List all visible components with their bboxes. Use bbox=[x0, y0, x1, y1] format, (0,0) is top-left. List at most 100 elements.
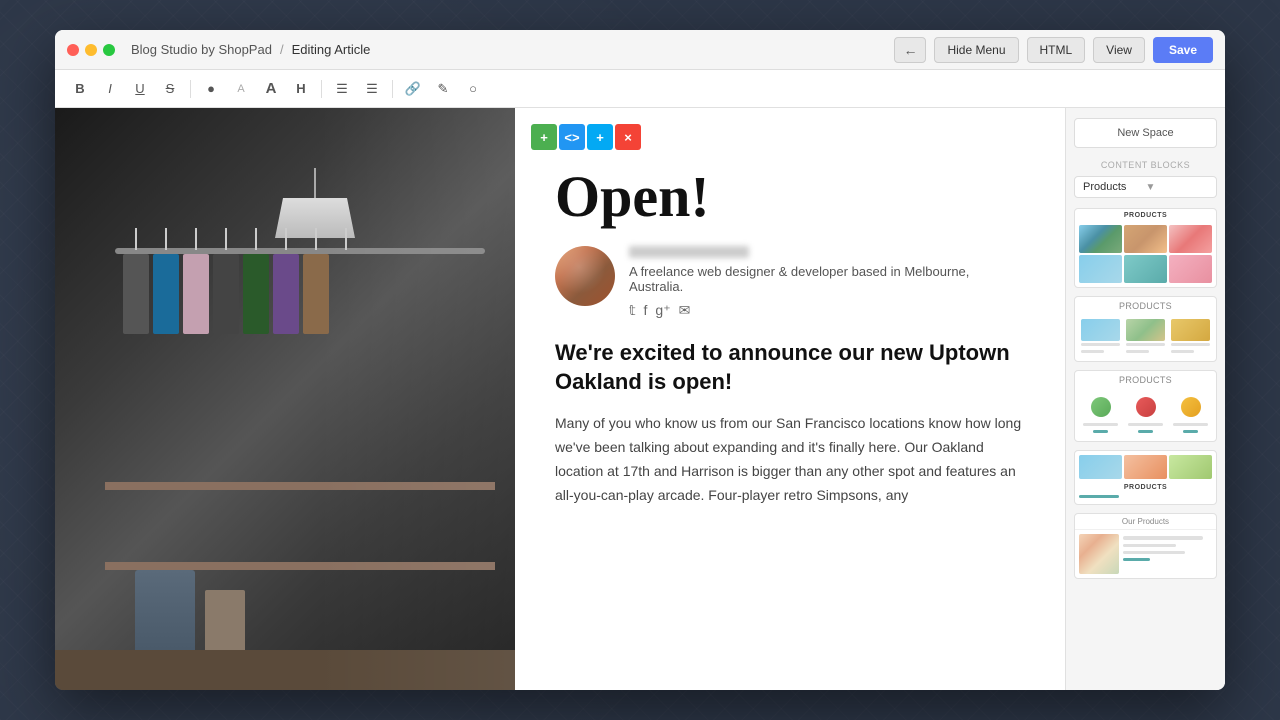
block-1-grid bbox=[1075, 221, 1216, 287]
block-thumb-4 bbox=[1079, 255, 1122, 283]
block-3-line-2 bbox=[1093, 430, 1109, 433]
block-3-circle-1 bbox=[1091, 397, 1111, 417]
author-name-blurred bbox=[629, 246, 749, 258]
block-3-circle-2 bbox=[1136, 397, 1156, 417]
author-section: A freelance web designer & developer bas… bbox=[515, 246, 1065, 339]
content-blocks-label: CONTENT BLOCKS bbox=[1074, 160, 1217, 170]
pencil-button[interactable]: ✎ bbox=[430, 76, 456, 102]
view-button[interactable]: View bbox=[1093, 37, 1145, 63]
block-3-line-5 bbox=[1173, 423, 1208, 426]
block-card-1[interactable]: PRODUCTS bbox=[1074, 208, 1217, 288]
breadcrumb: Blog Studio by ShopPad / Editing Article bbox=[131, 42, 894, 57]
block-4-thumb-3 bbox=[1169, 455, 1212, 479]
block-4-line bbox=[1079, 495, 1119, 498]
toolbar-separator-2 bbox=[321, 80, 322, 98]
titlebar-actions: ← Hide Menu HTML View Save bbox=[894, 37, 1213, 63]
breadcrumb-current: Editing Article bbox=[292, 42, 371, 57]
app-window: Blog Studio by ShopPad / Editing Article… bbox=[55, 30, 1225, 690]
action-bar: + <> + × bbox=[531, 124, 641, 150]
block-3-label: Products bbox=[1075, 371, 1216, 387]
highlight-button[interactable]: ● bbox=[198, 76, 224, 102]
social-links: 𝕥 f g⁺ ✉ bbox=[629, 302, 1025, 319]
italic-button[interactable]: I bbox=[97, 76, 123, 102]
article-body: We're excited to announce our new Uptown… bbox=[515, 339, 1065, 547]
block-card-5[interactable]: Our Products bbox=[1074, 513, 1217, 579]
titlebar: Blog Studio by ShopPad / Editing Article… bbox=[55, 30, 1225, 70]
block-card-3[interactable]: Products bbox=[1074, 370, 1217, 442]
block-1-header: PRODUCTS bbox=[1075, 209, 1216, 221]
content-filter-dropdown[interactable]: Products ▼ bbox=[1074, 176, 1217, 198]
font-size-button[interactable]: A bbox=[228, 76, 254, 102]
back-button[interactable]: ← bbox=[894, 37, 926, 63]
add-item-button[interactable]: + bbox=[587, 124, 613, 150]
article-text: Many of you who know us from our San Fra… bbox=[555, 412, 1025, 507]
block-3-line-1 bbox=[1083, 423, 1118, 426]
block-2-thumb-1 bbox=[1081, 319, 1120, 341]
facebook-icon[interactable]: f bbox=[644, 302, 648, 319]
block-2-line-1 bbox=[1081, 343, 1120, 346]
background-panel bbox=[55, 108, 515, 690]
author-avatar bbox=[555, 246, 615, 306]
align-left-button[interactable]: ☰ bbox=[329, 76, 355, 102]
new-space-button[interactable]: New Space bbox=[1074, 118, 1217, 148]
toolbar-separator-1 bbox=[190, 80, 191, 98]
underline-button[interactable]: U bbox=[127, 76, 153, 102]
block-4-thumb-2 bbox=[1124, 455, 1167, 479]
app-name-label: Blog Studio by ShopPad bbox=[131, 42, 272, 57]
minimize-window-button[interactable] bbox=[85, 44, 97, 56]
code-block-button[interactable]: <> bbox=[559, 124, 585, 150]
align-right-button[interactable]: ☰ bbox=[359, 76, 385, 102]
block-2-label: Products bbox=[1075, 297, 1216, 313]
block-5-line-1 bbox=[1123, 536, 1203, 540]
editor-toolbar: B I U S ● A A H ☰ ☰ 🔗 ✎ ○ bbox=[55, 70, 1225, 108]
hide-menu-button[interactable]: Hide Menu bbox=[934, 37, 1018, 63]
font-button[interactable]: A bbox=[258, 76, 284, 102]
block-thumb-3 bbox=[1169, 225, 1212, 253]
block-2-thumb-3 bbox=[1171, 319, 1210, 341]
block-2-line-3 bbox=[1126, 343, 1165, 346]
block-3-line-3 bbox=[1128, 423, 1163, 426]
decorative-background bbox=[55, 108, 515, 690]
editor-content: + <> + × Open! A freelance web designer … bbox=[515, 108, 1065, 690]
strikethrough-button[interactable]: S bbox=[157, 76, 183, 102]
heading-button[interactable]: H bbox=[288, 76, 314, 102]
google-plus-icon[interactable]: g⁺ bbox=[655, 302, 670, 319]
block-thumb-2 bbox=[1124, 225, 1167, 253]
email-icon[interactable]: ✉ bbox=[679, 302, 691, 319]
article-heading: We're excited to announce our new Uptown… bbox=[555, 339, 1025, 396]
block-card-4[interactable]: PRODUCTS bbox=[1074, 450, 1217, 505]
block-5-label: Our Products bbox=[1075, 514, 1216, 530]
author-info: A freelance web designer & developer bas… bbox=[629, 246, 1025, 319]
author-bio: A freelance web designer & developer bas… bbox=[629, 264, 1025, 294]
block-5-image bbox=[1079, 534, 1119, 574]
block-card-2[interactable]: Products bbox=[1074, 296, 1217, 362]
toolbar-separator-3 bbox=[392, 80, 393, 98]
block-3-line-4 bbox=[1138, 430, 1154, 433]
chevron-down-icon: ▼ bbox=[1146, 182, 1209, 193]
twitter-icon[interactable]: 𝕥 bbox=[629, 302, 636, 319]
block-thumb-6 bbox=[1169, 255, 1212, 283]
filter-label: Products bbox=[1083, 181, 1146, 193]
breadcrumb-separator: / bbox=[280, 42, 284, 57]
circle-button[interactable]: ○ bbox=[460, 76, 486, 102]
block-3-line-6 bbox=[1183, 430, 1199, 433]
save-button[interactable]: Save bbox=[1153, 37, 1213, 63]
block-5-line-2 bbox=[1123, 544, 1176, 547]
block-3-grid bbox=[1075, 387, 1216, 441]
block-2-line-6 bbox=[1171, 350, 1194, 353]
editor-area[interactable]: + <> + × Open! A freelance web designer … bbox=[515, 108, 1065, 690]
add-block-button[interactable]: + bbox=[531, 124, 557, 150]
block-2-line-2 bbox=[1081, 350, 1104, 353]
block-5-line-3 bbox=[1123, 551, 1185, 554]
right-sidebar: New Space CONTENT BLOCKS Products ▼ PROD… bbox=[1065, 108, 1225, 690]
block-5-line-4 bbox=[1123, 558, 1150, 561]
window-controls bbox=[67, 44, 115, 56]
block-thumb-1 bbox=[1079, 225, 1122, 253]
bold-button[interactable]: B bbox=[67, 76, 93, 102]
maximize-window-button[interactable] bbox=[103, 44, 115, 56]
html-button[interactable]: HTML bbox=[1027, 37, 1086, 63]
link-button[interactable]: 🔗 bbox=[400, 76, 426, 102]
close-window-button[interactable] bbox=[67, 44, 79, 56]
block-2-thumb-2 bbox=[1126, 319, 1165, 341]
remove-block-button[interactable]: × bbox=[615, 124, 641, 150]
